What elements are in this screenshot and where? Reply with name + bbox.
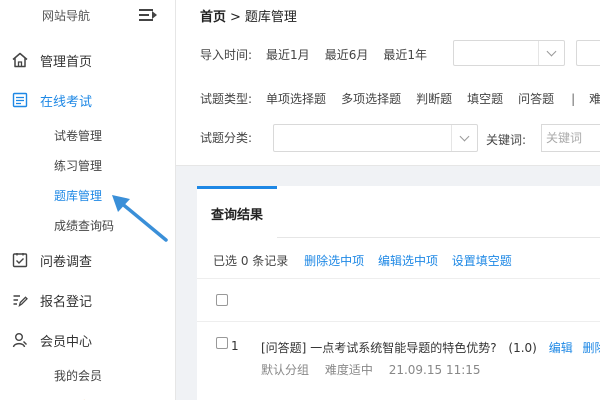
edit-selected-button[interactable]: 编辑选中项 (378, 254, 438, 268)
breadcrumb-home[interactable]: 首页 (200, 10, 226, 25)
sidebar-sub-paper-manage[interactable]: 试卷管理 (0, 120, 175, 150)
sidebar-item-label: 管理首页 (40, 54, 93, 70)
type-option-overflow[interactable]: 难 (589, 90, 600, 107)
question-score: (1.0) (508, 341, 537, 355)
category-filter: 试题分类: (200, 129, 266, 146)
category-select[interactable] (273, 124, 478, 152)
question-type: [问答题] (261, 341, 307, 355)
batch-actions: 已选 0 条记录 删除选中项 编辑选中项 设置填空题 (213, 252, 522, 269)
keyword-input[interactable] (541, 124, 600, 152)
question-group: 默认分组 (261, 363, 310, 377)
member-user-icon (12, 333, 27, 348)
question-type-label: 试题类型: (200, 92, 253, 106)
question-time: 21.09.15 11:15 (388, 363, 481, 377)
delete-selected-button[interactable]: 删除选中项 (304, 254, 364, 268)
import-time-option-6m[interactable]: 最近6月 (325, 46, 369, 63)
question-difficulty: 难度适中 (324, 363, 373, 377)
delete-question-link[interactable]: 删除 (583, 341, 600, 355)
sidebar-sub-open-membership[interactable]: 开通会员 (0, 390, 175, 400)
collapse-menu-icon[interactable] (139, 8, 157, 22)
sidebar-item-label: 在线考试 (40, 94, 93, 110)
question-meta: 默认分组 难度适中 21.09.15 11:15 (261, 361, 493, 378)
question-text[interactable]: 一点考试系统智能导题的特色优势? (310, 341, 496, 355)
type-option-fill[interactable]: 填空题 (467, 90, 503, 107)
import-time-label: 导入时间: (200, 48, 253, 62)
sidebar-item-label: 问卷调查 (40, 254, 93, 270)
type-option-multi[interactable]: 多项选择题 (341, 90, 401, 107)
selected-count: 已选 0 条记录 (213, 254, 289, 268)
chevron-down-icon (538, 41, 564, 65)
select-all-checkbox[interactable] (216, 294, 228, 306)
exam-list-icon (12, 92, 28, 108)
home-icon (12, 52, 28, 68)
question-title: [问答题] 一点考试系统智能导题的特色优势? (1.0) 编辑 删除 (261, 339, 600, 356)
breadcrumb: 首页 > 题库管理 (200, 6, 297, 25)
results-tab-bar: 查询结果 (197, 186, 600, 238)
chevron-down-icon (451, 125, 477, 151)
sidebar-item-survey[interactable]: 问卷调查 (0, 240, 175, 280)
filter-panel: 首页 > 题库管理 导入时间: 最近1月 最近6月 最近1年 试题类型: 单项选择题… (176, 0, 600, 166)
sidebar-sub-practice-manage[interactable]: 练习管理 (0, 150, 175, 180)
type-option-judge[interactable]: 判断题 (416, 90, 452, 107)
annotation-arrow-icon (112, 195, 168, 242)
breadcrumb-separator: > (230, 10, 241, 25)
row-index: 1 (231, 339, 239, 353)
edit-question-link[interactable]: 编辑 (549, 341, 573, 355)
import-time-filter: 导入时间: 最近1月 最近6月 最近1年 (200, 46, 442, 63)
set-fill-blank-button[interactable]: 设置填空题 (452, 254, 512, 268)
category-label: 试题分类: (200, 131, 253, 145)
import-time-start-select[interactable] (453, 40, 565, 66)
signup-edit-icon (13, 295, 28, 307)
sidebar-item-label: 会员中心 (40, 334, 93, 350)
question-type-filter: 试题类型: 单项选择题 多项选择题 判断题 填空题 问答题 | 难 (200, 90, 600, 107)
sidebar-item-home[interactable]: 管理首页 (0, 40, 175, 80)
site-nav-label: 网站导航 (42, 8, 91, 23)
type-divider: | (571, 91, 576, 106)
table-header (197, 278, 600, 322)
survey-check-icon (12, 253, 28, 268)
sidebar-item-signup[interactable]: 报名登记 (0, 280, 175, 320)
type-option-qa[interactable]: 问答题 (518, 90, 554, 107)
sidebar-item-member-center[interactable]: 会员中心 (0, 320, 175, 360)
results-panel: 查询结果 已选 0 条记录 删除选中项 编辑选中项 设置填空题 1 [问答题] … (197, 186, 600, 400)
import-time-option-1y[interactable]: 最近1年 (383, 46, 427, 63)
sidebar-item-label: 报名登记 (40, 294, 93, 310)
keyword-label: 关键词: (486, 133, 527, 147)
row-checkbox[interactable] (216, 337, 228, 349)
sidebar-item-online-exam[interactable]: 在线考试 (0, 80, 175, 120)
sidebar-header: 网站导航 (0, 0, 175, 30)
import-time-end-select[interactable] (576, 40, 600, 66)
breadcrumb-current: 题库管理 (244, 10, 297, 25)
sidebar-sub-my-members[interactable]: 我的会员 (0, 360, 175, 390)
tab-query-results[interactable]: 查询结果 (197, 186, 277, 238)
table-row: 1 [问答题] 一点考试系统智能导题的特色优势? (1.0) 编辑 删除 默认分… (197, 332, 600, 392)
import-time-option-1m[interactable]: 最近1月 (266, 46, 310, 63)
type-option-single[interactable]: 单项选择题 (266, 90, 326, 107)
